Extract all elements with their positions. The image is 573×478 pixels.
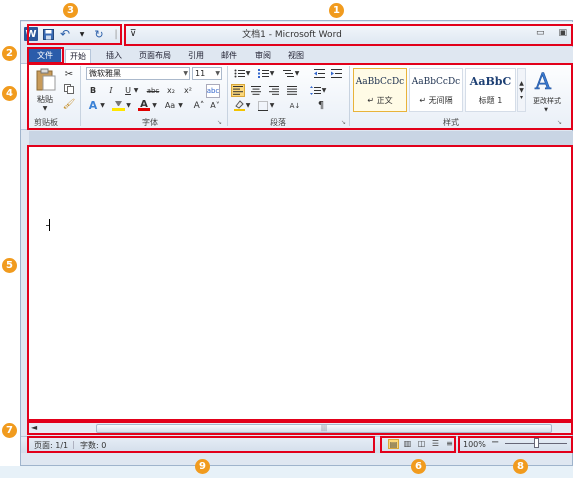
badge-4: 4 bbox=[2, 86, 17, 101]
badge-6: 6 bbox=[411, 459, 426, 474]
annotation-box-document bbox=[27, 145, 573, 421]
taskbar-strip bbox=[0, 466, 573, 478]
badge-7: 7 bbox=[2, 423, 17, 438]
annotation-box-title-bar bbox=[124, 24, 573, 46]
badge-9: 9 bbox=[195, 459, 210, 474]
annotation-box-ribbon bbox=[27, 63, 573, 130]
annotation-box-quick-access bbox=[27, 24, 122, 45]
ruler bbox=[29, 131, 573, 146]
badge-5: 5 bbox=[2, 258, 17, 273]
badge-2: 2 bbox=[2, 46, 17, 61]
tab-page-layout[interactable]: 页面布局 bbox=[135, 49, 175, 63]
tab-insert[interactable]: 插入 bbox=[102, 49, 126, 63]
tab-references[interactable]: 引用 bbox=[184, 49, 208, 63]
annotation-box-scrollbar bbox=[27, 421, 573, 435]
annotation-box-file-tab bbox=[27, 47, 64, 64]
annotation-box-view-buttons bbox=[380, 436, 456, 453]
annotation-box-zoom bbox=[458, 436, 573, 453]
tab-mailings[interactable]: 邮件 bbox=[217, 49, 241, 63]
badge-3: 3 bbox=[63, 3, 78, 18]
tab-home[interactable]: 开始 bbox=[65, 49, 91, 64]
tab-view[interactable]: 视图 bbox=[284, 49, 308, 63]
tab-review[interactable]: 审阅 bbox=[251, 49, 275, 63]
annotation-box-status-left bbox=[27, 436, 375, 453]
badge-1: 1 bbox=[329, 3, 344, 18]
badge-8: 8 bbox=[513, 459, 528, 474]
